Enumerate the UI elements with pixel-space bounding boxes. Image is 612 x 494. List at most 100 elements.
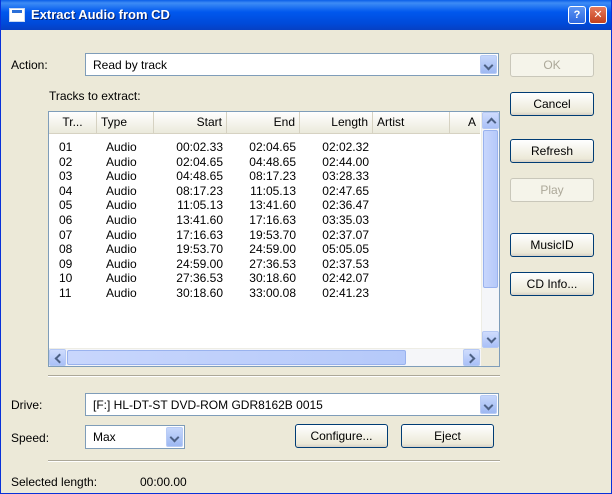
selected-length-label: Selected length:: [11, 475, 98, 489]
refresh-button[interactable]: Refresh: [510, 139, 594, 163]
track-end: 13:41.60: [249, 198, 296, 213]
track-type: Audio: [106, 256, 137, 271]
track-length: 02:37.07: [322, 227, 369, 242]
table-row[interactable]: 11 Audio 30:18.60 33:00.08 02:41.23: [49, 286, 480, 300]
track-start: 17:16.63: [176, 227, 223, 242]
separator: [48, 460, 500, 462]
help-button[interactable]: ?: [568, 6, 586, 24]
table-row[interactable]: 07 Audio 17:16.63 19:53.70 02:37.07: [49, 228, 480, 242]
track-number: 07: [59, 227, 73, 242]
vertical-scrollbar[interactable]: [481, 112, 499, 349]
scroll-corner: [481, 348, 499, 366]
chevron-down-icon[interactable]: [166, 427, 183, 447]
table-row[interactable]: 02 Audio 02:04.65 04:48.65 02:44.00: [49, 155, 480, 169]
table-row[interactable]: 04 Audio 08:17.23 11:05.13 02:47.65: [49, 184, 480, 198]
column-header-artist[interactable]: Artist: [373, 112, 450, 133]
close-button[interactable]: ✕: [589, 6, 607, 24]
table-row[interactable]: 06 Audio 13:41.60 17:16.63 03:35.03: [49, 213, 480, 227]
scroll-up-icon[interactable]: [482, 112, 499, 129]
track-number: 09: [59, 256, 73, 271]
eject-button[interactable]: Eject: [401, 424, 494, 448]
scroll-down-icon[interactable]: [482, 331, 499, 348]
scroll-left-icon[interactable]: [49, 349, 66, 366]
column-header-length[interactable]: Length: [300, 112, 373, 133]
drive-select[interactable]: [F:] HL-DT-ST DVD-ROM GDR8162B 0015: [85, 393, 499, 416]
column-header-end[interactable]: End: [227, 112, 300, 133]
track-number: 02: [59, 154, 73, 169]
track-length: 02:47.65: [322, 183, 369, 198]
track-end: 27:36.53: [249, 256, 296, 271]
tracks-label: Tracks to extract:: [49, 89, 141, 103]
table-row[interactable]: 08 Audio 19:53.70 24:59.00 05:05.05: [49, 242, 480, 256]
table-row[interactable]: 10 Audio 27:36.53 30:18.60 02:42.07: [49, 271, 480, 285]
table-row[interactable]: 09 Audio 24:59.00 27:36.53 02:37.53: [49, 257, 480, 271]
speed-label: Speed:: [11, 431, 50, 445]
horizontal-scroll-thumb[interactable]: [67, 350, 406, 365]
drive-value: [F:] HL-DT-ST DVD-ROM GDR8162B 0015: [93, 398, 323, 412]
separator: [48, 375, 500, 377]
table-row[interactable]: 05 Audio 11:05.13 13:41.60 02:36.47: [49, 198, 480, 212]
action-select[interactable]: Read by track: [85, 53, 499, 76]
track-end: 08:17.23: [249, 169, 296, 184]
track-number: 05: [59, 198, 73, 213]
tracks-header: Tr... Type Start End Length Artist A: [49, 112, 480, 134]
track-end: 19:53.70: [249, 227, 296, 242]
track-length: 02:36.47: [322, 198, 369, 213]
cancel-button[interactable]: Cancel: [510, 92, 594, 116]
track-start: 11:05.13: [177, 198, 223, 213]
track-length: 02:41.23: [322, 286, 369, 300]
track-type: Audio: [106, 271, 137, 286]
track-number: 06: [59, 213, 73, 227]
track-type: Audio: [106, 227, 137, 242]
track-type: Audio: [106, 140, 137, 154]
column-header-start[interactable]: Start: [154, 112, 227, 133]
track-number: 10: [59, 271, 73, 286]
track-start: 08:17.23: [176, 183, 223, 198]
action-value: Read by track: [93, 58, 168, 72]
track-length: 02:44.00: [322, 154, 369, 169]
musicid-button[interactable]: MusicID: [510, 233, 594, 257]
horizontal-scrollbar[interactable]: [49, 348, 481, 366]
vertical-scroll-thumb[interactable]: [483, 130, 498, 288]
track-length: 05:05.05: [322, 242, 369, 257]
column-header-album[interactable]: A: [450, 112, 480, 133]
play-button[interactable]: Play: [510, 178, 594, 202]
track-number: 04: [59, 183, 73, 198]
selected-length-value: 00:00.00: [140, 475, 187, 489]
track-start: 24:59.00: [176, 256, 223, 271]
track-end: 33:00.08: [249, 286, 296, 300]
scroll-right-icon[interactable]: [463, 349, 480, 366]
track-end: 11:05.13: [250, 183, 296, 198]
track-length: 02:02.32: [322, 140, 369, 154]
table-row[interactable]: 03 Audio 04:48.65 08:17.23 03:28.33: [49, 169, 480, 183]
track-type: Audio: [106, 286, 137, 300]
track-end: 30:18.60: [249, 271, 296, 286]
track-start: 19:53.70: [176, 242, 223, 257]
extract-audio-dialog: Extract Audio from CD ? ✕ Action: Read b…: [0, 0, 612, 494]
track-type: Audio: [106, 169, 137, 184]
configure-button[interactable]: Configure...: [295, 424, 388, 448]
track-number: 11: [59, 286, 72, 300]
speed-select[interactable]: Max: [85, 425, 185, 449]
tracks-list[interactable]: Tr... Type Start End Length Artist A 01 A…: [48, 111, 500, 367]
track-start: 30:18.60: [176, 286, 223, 300]
chevron-down-icon[interactable]: [480, 395, 497, 414]
window-icon: [9, 8, 25, 22]
title-bar[interactable]: Extract Audio from CD ? ✕: [1, 0, 611, 30]
track-start: 02:04.65: [176, 154, 223, 169]
track-end: 02:04.65: [249, 140, 296, 154]
chevron-down-icon[interactable]: [480, 55, 497, 74]
track-number: 03: [59, 169, 73, 184]
track-end: 17:16.63: [249, 213, 296, 227]
cd-info-button[interactable]: CD Info...: [510, 272, 594, 296]
track-start: 04:48.65: [176, 169, 223, 184]
column-header-track[interactable]: Tr...: [49, 112, 97, 133]
column-header-type[interactable]: Type: [97, 112, 154, 133]
track-end: 04:48.65: [249, 154, 296, 169]
drive-label: Drive:: [11, 398, 43, 412]
ok-button[interactable]: OK: [510, 53, 594, 77]
track-end: 24:59.00: [249, 242, 296, 257]
track-type: Audio: [106, 242, 137, 257]
table-row[interactable]: 01 Audio 00:02.33 02:04.65 02:02.32: [49, 140, 480, 154]
track-length: 02:42.07: [322, 271, 369, 286]
